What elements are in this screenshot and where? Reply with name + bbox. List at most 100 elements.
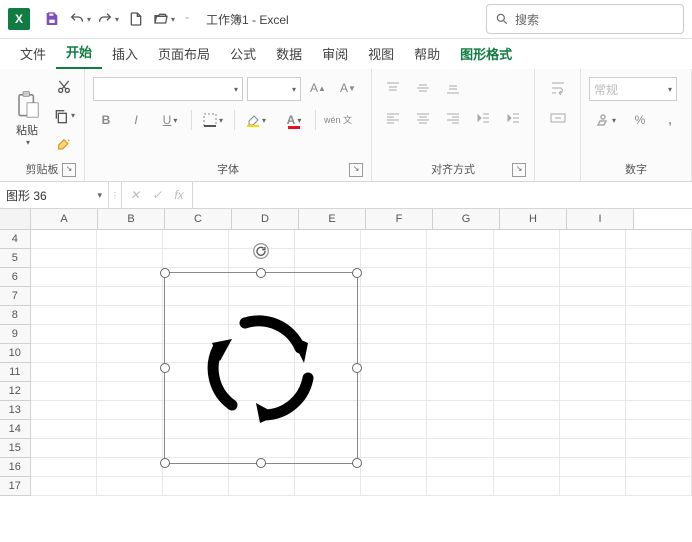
col-header[interactable]: B [98,209,165,229]
cell[interactable] [494,401,560,420]
paste-button[interactable]: 粘贴 ▾ [8,73,46,159]
cell[interactable] [97,382,163,401]
resize-handle[interactable] [352,363,362,373]
cell[interactable] [97,477,163,496]
cell[interactable] [361,287,427,306]
cell[interactable] [427,401,493,420]
cell[interactable] [361,401,427,420]
cell[interactable] [560,249,626,268]
open-button[interactable]: ▾ [150,5,178,33]
cell[interactable] [361,230,427,249]
cell[interactable] [31,420,97,439]
cell[interactable] [427,306,493,325]
bold-button[interactable]: B [93,109,119,131]
col-header[interactable]: F [366,209,433,229]
row-header[interactable]: 8 [0,306,31,325]
row-header[interactable]: 17 [0,477,31,496]
cell[interactable] [361,382,427,401]
cell[interactable] [427,382,493,401]
tab-review[interactable]: 审阅 [312,38,358,69]
cell[interactable] [31,344,97,363]
cell[interactable] [163,477,229,496]
cell[interactable] [427,249,493,268]
tab-data[interactable]: 数据 [266,38,312,69]
cell[interactable] [626,287,692,306]
cell[interactable] [560,420,626,439]
cell[interactable] [31,401,97,420]
cell[interactable] [626,458,692,477]
cell[interactable] [361,363,427,382]
phonetic-button[interactable]: wén 文 [320,109,356,131]
cell[interactable] [494,344,560,363]
redo-button[interactable]: ▾ [94,5,122,33]
cell[interactable] [494,287,560,306]
align-bottom-button[interactable] [440,77,466,99]
row-header[interactable]: 13 [0,401,31,420]
cell[interactable] [361,420,427,439]
selected-shape[interactable] [164,272,358,464]
align-left-button[interactable] [380,107,406,129]
row-header[interactable]: 12 [0,382,31,401]
cell[interactable] [626,477,692,496]
cell[interactable] [560,287,626,306]
insert-function-button[interactable]: fx [170,186,188,204]
row-header[interactable]: 11 [0,363,31,382]
cell[interactable] [97,344,163,363]
clipboard-dialog-launcher[interactable]: ↘ [62,163,76,177]
align-right-button[interactable] [440,107,466,129]
row-header[interactable]: 16 [0,458,31,477]
copy-button[interactable]: ▾ [52,104,76,128]
row-header[interactable]: 15 [0,439,31,458]
undo-button[interactable]: ▾ [66,5,94,33]
font-dialog-launcher[interactable]: ↘ [349,163,363,177]
percent-button[interactable]: % [627,109,653,131]
cell[interactable] [626,344,692,363]
cell[interactable] [31,230,97,249]
select-all-corner[interactable] [0,209,31,229]
new-file-button[interactable] [122,5,150,33]
borders-button[interactable]: ▾ [196,109,230,131]
cell[interactable] [361,268,427,287]
increase-font-button[interactable]: A▲ [305,77,331,99]
cell[interactable] [560,401,626,420]
align-top-button[interactable] [380,77,406,99]
merge-button[interactable] [545,107,571,129]
qat-customize[interactable]: ⁼ [178,5,194,33]
fill-color-button[interactable]: ▾ [239,109,273,131]
cell[interactable] [494,439,560,458]
cell[interactable] [560,477,626,496]
row-header[interactable]: 9 [0,325,31,344]
cell[interactable] [97,268,163,287]
resize-handle[interactable] [352,268,362,278]
cell[interactable] [560,325,626,344]
row-header[interactable]: 5 [0,249,31,268]
cell[interactable] [295,230,361,249]
cell[interactable] [626,401,692,420]
cell[interactable] [229,477,295,496]
cell[interactable] [427,287,493,306]
cell[interactable] [494,382,560,401]
cell[interactable] [361,344,427,363]
cell[interactable] [427,363,493,382]
row-header[interactable]: 10 [0,344,31,363]
cell[interactable] [31,268,97,287]
row-header[interactable]: 14 [0,420,31,439]
cell[interactable] [626,382,692,401]
col-header[interactable]: A [31,209,98,229]
cell[interactable] [295,249,361,268]
formula-cancel-button[interactable]: ✕ [126,186,144,204]
font-color-button[interactable]: A▾ [277,109,311,131]
col-header[interactable]: E [299,209,366,229]
resize-handle[interactable] [352,458,362,468]
cell[interactable] [97,363,163,382]
accounting-format-button[interactable]: ▾ [589,109,623,131]
name-box[interactable]: 图形 36▾ [0,182,109,208]
cell[interactable] [97,420,163,439]
cell[interactable] [361,458,427,477]
font-size-combo[interactable]: ▾ [247,77,301,101]
cell[interactable] [560,363,626,382]
number-format-combo[interactable]: 常规▾ [589,77,677,101]
cell[interactable] [427,439,493,458]
increase-indent-button[interactable] [500,107,526,129]
cell[interactable] [31,382,97,401]
